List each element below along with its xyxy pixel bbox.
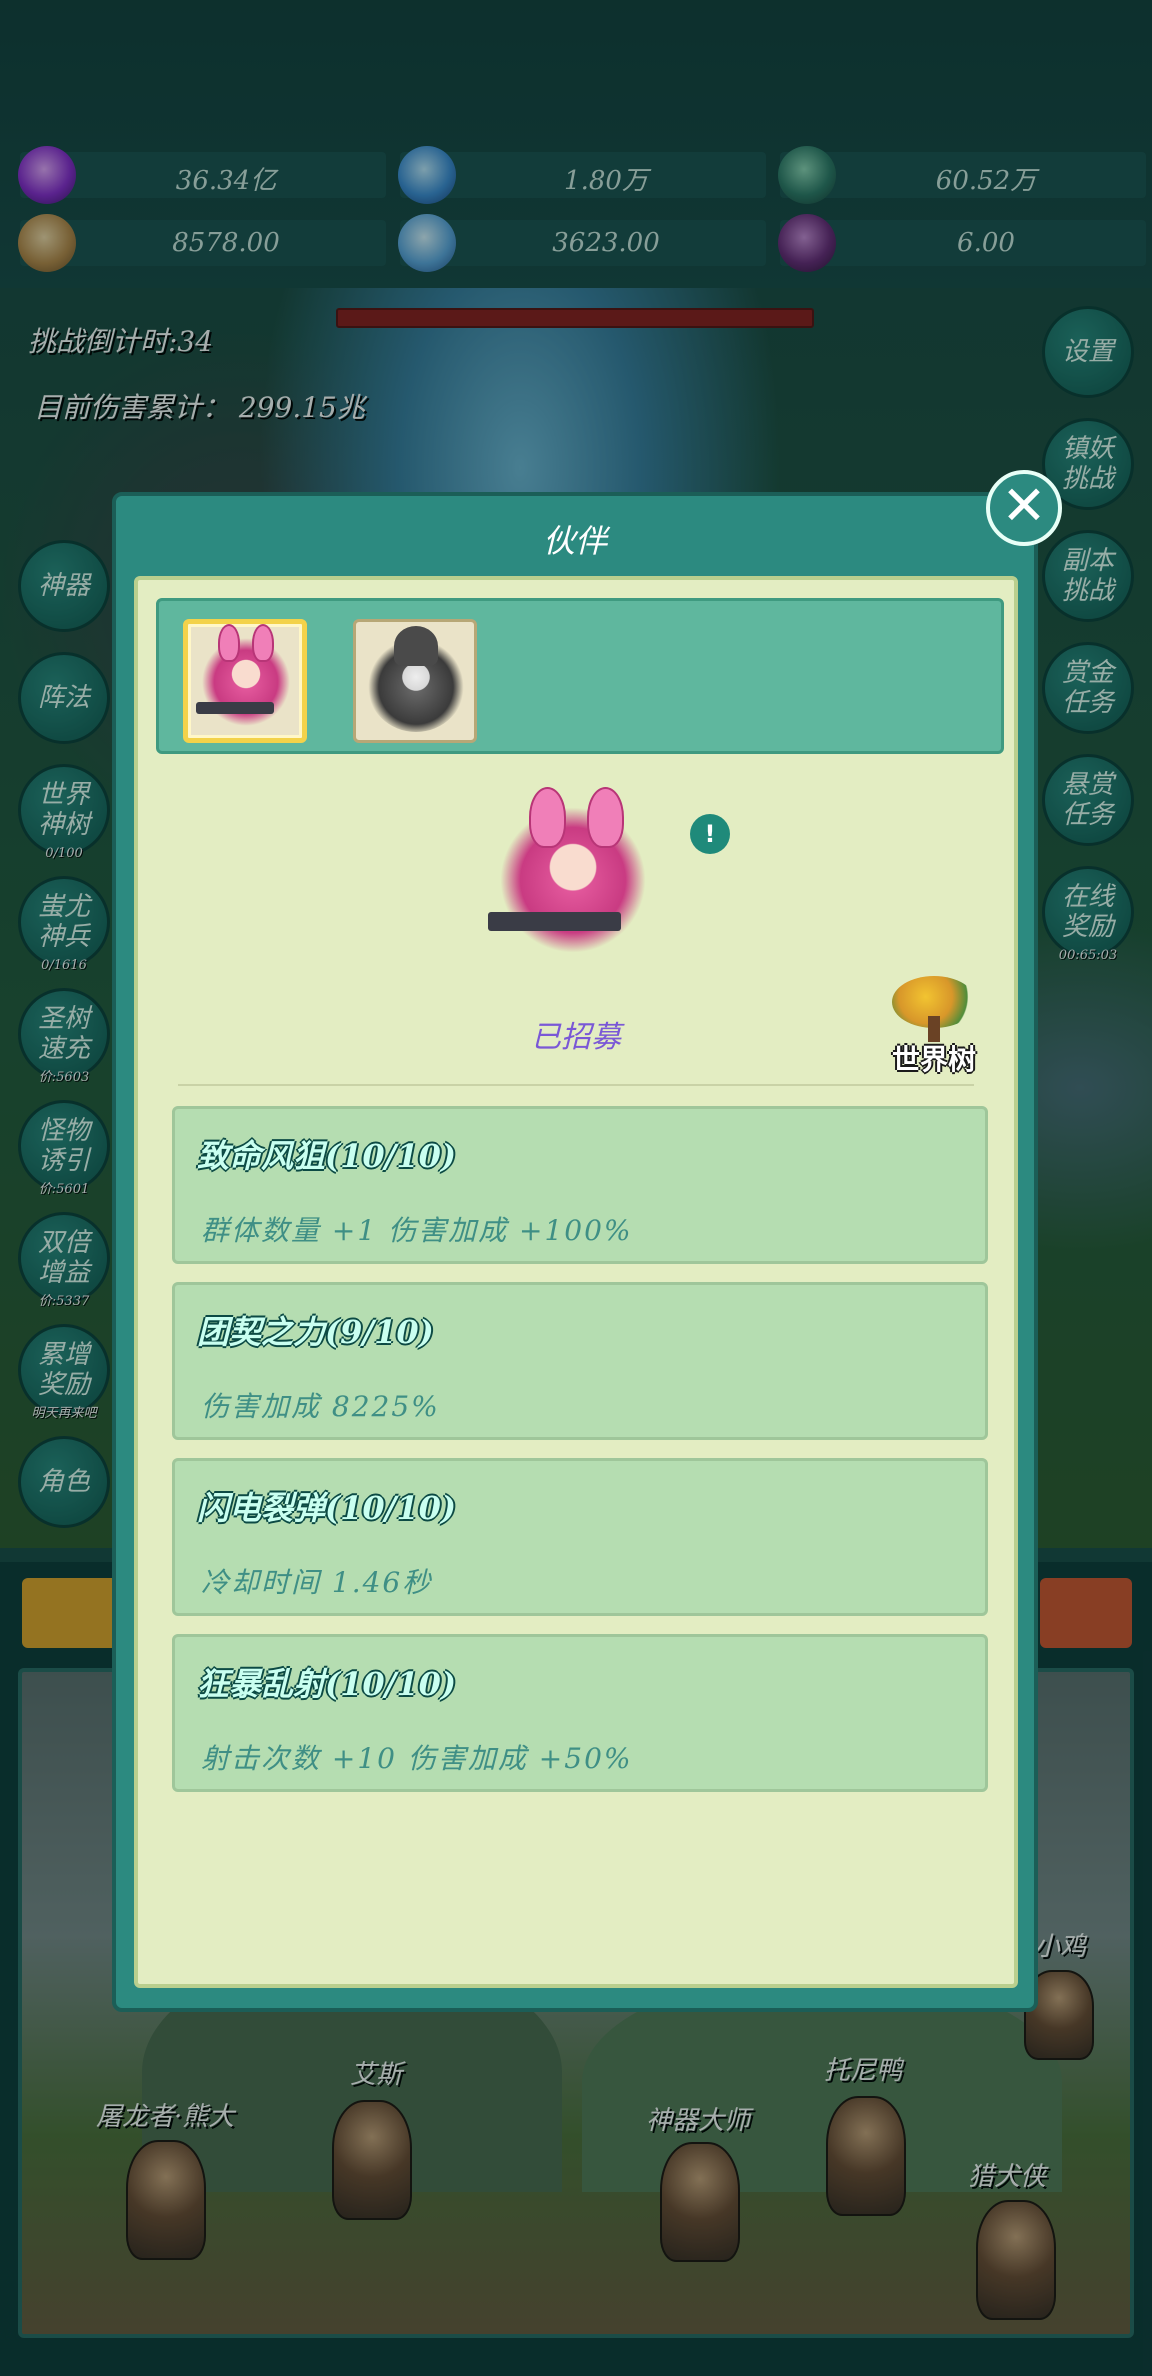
partner-panel: ! 已招募 世界树 致命风狙(10/10) 群体数量 +1 伤害加成 +100%…: [134, 576, 1018, 1988]
gun-shape: [196, 702, 274, 714]
tab-partner-gray[interactable]: [353, 619, 477, 743]
tab-partner-pink[interactable]: [183, 619, 307, 743]
gray-cat-mage-icon: [366, 626, 466, 732]
dialog-title: 伙伴: [542, 522, 607, 560]
close-button[interactable]: ✕: [986, 470, 1062, 546]
partner-tabs: [156, 598, 1004, 754]
skill-title: 闪电裂弹(10/10): [197, 1489, 457, 1527]
info-icon[interactable]: !: [690, 814, 730, 854]
skill-description: 射击次数 +10 伤害加成 +50%: [201, 1742, 633, 1775]
skill-card: 狂暴乱射(10/10) 射击次数 +10 伤害加成 +50%: [172, 1634, 988, 1792]
skill-card: 团契之力(9/10) 伤害加成 8225%: [172, 1282, 988, 1440]
skill-description: 伤害加成 8225%: [201, 1390, 440, 1423]
world-tree-badge[interactable]: 世界树: [882, 976, 986, 1076]
mage-hat: [394, 626, 438, 666]
pink-bunny-gunner-icon: [196, 624, 296, 732]
skill-description: 冷却时间 1.46秒: [201, 1566, 433, 1599]
gun-shape: [488, 912, 621, 932]
skill-card: 闪电裂弹(10/10) 冷却时间 1.46秒: [172, 1458, 988, 1616]
bunny-ear: [528, 787, 567, 848]
bunny-ear: [218, 624, 240, 662]
partner-portrait: [488, 787, 658, 960]
bunny-ear: [586, 787, 624, 848]
skill-title: 团契之力(9/10): [197, 1313, 434, 1351]
skill-title: 狂暴乱射(10/10): [197, 1665, 457, 1703]
skill-description: 群体数量 +1 伤害加成 +100%: [201, 1214, 633, 1247]
skill-title: 致命风狙(10/10): [197, 1137, 457, 1175]
partner-dialog: 伙伴 ! 已招募 世界树 致命风狙(10/10) 群体数量 +1 伤害加成 +1…: [112, 492, 1038, 2012]
world-tree-label: 世界树: [891, 1043, 976, 1076]
skill-card: 致命风狙(10/10) 群体数量 +1 伤害加成 +100%: [172, 1106, 988, 1264]
bunny-ear: [252, 624, 274, 662]
divider: [178, 1084, 974, 1086]
